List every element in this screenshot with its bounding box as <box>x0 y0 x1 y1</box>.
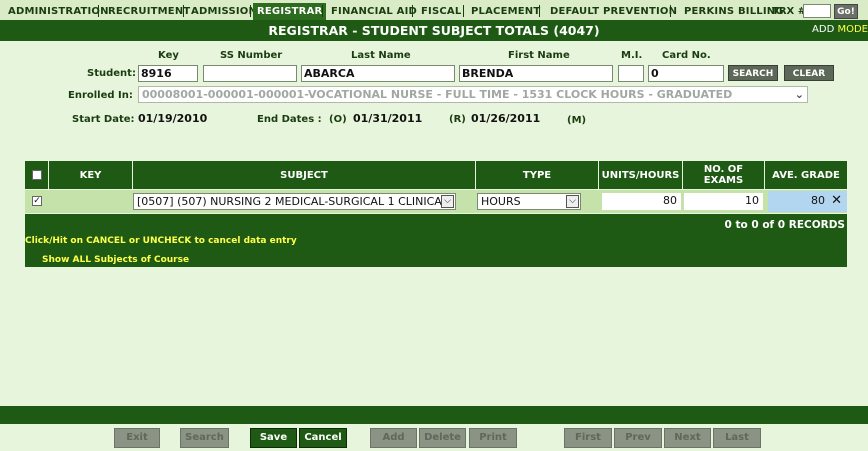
nav-separator <box>670 5 671 17</box>
cancel-hint: Click/Hit on CANCEL or UNCHECK to cancel… <box>25 236 297 246</box>
ssn-column-label: SS Number <box>220 50 283 61</box>
tab-fiscal[interactable]: FISCAL <box>421 3 461 20</box>
close-icon[interactable]: ✕ <box>831 193 842 208</box>
nav-separator <box>463 5 464 17</box>
card-no-field[interactable]: 0 <box>648 65 724 82</box>
delete-button[interactable]: Delete <box>419 428 466 448</box>
tab-admission[interactable]: ADMISSION <box>191 3 257 20</box>
tab-default-prevention[interactable]: DEFAULT PREVENTION <box>550 3 677 20</box>
tab-registrar[interactable]: REGISTRAR <box>253 3 327 20</box>
save-button[interactable]: Save <box>250 428 297 448</box>
tab-perkins-billing[interactable]: PERKINS BILLING <box>684 3 784 20</box>
ave-grade-cell: 80 ✕ <box>768 191 847 212</box>
ave-grade-input[interactable]: 80 <box>811 194 825 207</box>
enrolled-value: 00008001-000001-000001-VOCATIONAL NURSE … <box>142 88 733 101</box>
trx-input[interactable] <box>803 4 831 18</box>
grid-footer: 0 to 0 of 0 RECORDS Click/Hit on CANCEL … <box>25 214 847 267</box>
search-student-button[interactable]: SEARCH <box>728 65 778 81</box>
student-key-field[interactable]: 8916 <box>138 65 198 82</box>
student-label: Student: <box>87 68 136 79</box>
nav-separator <box>183 5 184 17</box>
subject-value: [0507] (507) NURSING 2 MEDICAL-SURGICAL … <box>137 195 448 208</box>
nav-separator <box>98 5 99 17</box>
nav-separator <box>250 5 251 17</box>
show-all-subjects-link[interactable]: Show ALL Subjects of Course <box>42 255 189 265</box>
check-icon: ✓ <box>33 196 41 206</box>
nav-separator <box>539 5 540 17</box>
add-button[interactable]: Add <box>370 428 417 448</box>
end-dates-label: End Dates : <box>257 114 322 125</box>
key-header: KEY <box>49 161 133 189</box>
end-r-label: (R) <box>449 114 466 125</box>
search-button[interactable]: Search <box>180 428 229 448</box>
end-r-date: 01/26/2011 <box>471 112 541 125</box>
last-name-column-label: Last Name <box>351 50 411 61</box>
next-button[interactable]: Next <box>664 428 711 448</box>
mode-add-label: ADD <box>812 24 835 35</box>
print-button[interactable]: Print <box>469 428 517 448</box>
grid-header: KEY SUBJECT TYPE UNITS/HOURS NO. OF EXAM… <box>25 161 847 189</box>
chevron-down-icon: ⌵ <box>566 195 579 208</box>
ssn-field[interactable] <box>203 65 297 82</box>
records-count: 0 to 0 of 0 RECORDS <box>724 219 845 231</box>
cancel-button[interactable]: Cancel <box>299 428 347 448</box>
last-button[interactable]: Last <box>713 428 761 448</box>
clear-button[interactable]: CLEAR <box>784 65 834 81</box>
type-value: HOURS <box>481 195 521 208</box>
prev-button[interactable]: Prev <box>614 428 662 448</box>
exams-header-line-2: EXAMS <box>703 175 744 186</box>
subject-select[interactable]: [0507] (507) NURSING 2 MEDICAL-SURGICAL … <box>133 193 456 210</box>
end-o-date: 01/31/2011 <box>353 112 423 125</box>
key-column-label: Key <box>158 50 179 61</box>
subject-header: SUBJECT <box>133 161 476 189</box>
mi-column-label: M.I. <box>621 50 643 61</box>
enrolled-label: Enrolled In: <box>68 90 133 101</box>
enrolled-select[interactable]: 00008001-000001-000001-VOCATIONAL NURSE … <box>138 86 808 103</box>
select-all-cell <box>25 161 49 189</box>
exit-button[interactable]: Exit <box>114 428 160 448</box>
start-date-label: Start Date: <box>72 114 135 125</box>
type-select[interactable]: HOURS ⌵ <box>477 193 581 210</box>
nav-separator <box>412 5 413 17</box>
units-hours-input[interactable]: 80 <box>602 193 681 210</box>
end-m-label: (M) <box>567 115 587 126</box>
tab-recruitment[interactable]: RECRUITMENT <box>108 3 190 20</box>
exams-input[interactable]: 10 <box>684 193 763 210</box>
chevron-down-icon: ⌄ <box>794 88 804 101</box>
first-button[interactable]: First <box>564 428 612 448</box>
units-hours-header: UNITS/HOURS <box>599 161 683 189</box>
title-bar: REGISTRAR - STUDENT SUBJECT TOTALS (4047… <box>0 21 868 41</box>
mi-field[interactable] <box>618 65 644 82</box>
select-all-checkbox[interactable] <box>31 170 42 180</box>
exams-header-line-1: NO. OF <box>703 164 744 175</box>
table-row: ✓ [0507] (507) NURSING 2 MEDICAL-SURGICA… <box>25 190 847 213</box>
tab-financial-aid[interactable]: FINANCIAL AID <box>331 3 417 20</box>
mode-indicator: ADD MODE <box>812 21 868 39</box>
go-button[interactable]: Go! <box>834 4 858 19</box>
bottom-bar <box>0 406 868 424</box>
end-o-label: (O) <box>329 114 347 125</box>
mode-label: MODE <box>837 24 868 35</box>
start-date-value: 01/19/2010 <box>138 112 208 125</box>
nav-separator <box>322 5 323 17</box>
tab-placement[interactable]: PLACEMENT <box>471 3 540 20</box>
type-header: TYPE <box>476 161 599 189</box>
card-no-column-label: Card No. <box>662 50 711 61</box>
exams-header: NO. OF EXAMS <box>683 161 765 189</box>
first-name-column-label: First Name <box>508 50 570 61</box>
row-checkbox[interactable]: ✓ <box>32 196 42 206</box>
tab-administration[interactable]: ADMINISTRATION <box>8 3 109 20</box>
top-nav: ADMINISTRATION RECRUITMENT ADMISSION REG… <box>0 0 868 21</box>
last-name-field[interactable]: ABARCA <box>301 65 455 82</box>
ave-grade-header: AVE. GRADE <box>772 169 840 181</box>
page-title: REGISTRAR - STUDENT SUBJECT TOTALS (4047… <box>268 23 600 38</box>
chevron-down-icon: ⌵ <box>441 195 454 208</box>
first-name-field[interactable]: BRENDA <box>459 65 613 82</box>
